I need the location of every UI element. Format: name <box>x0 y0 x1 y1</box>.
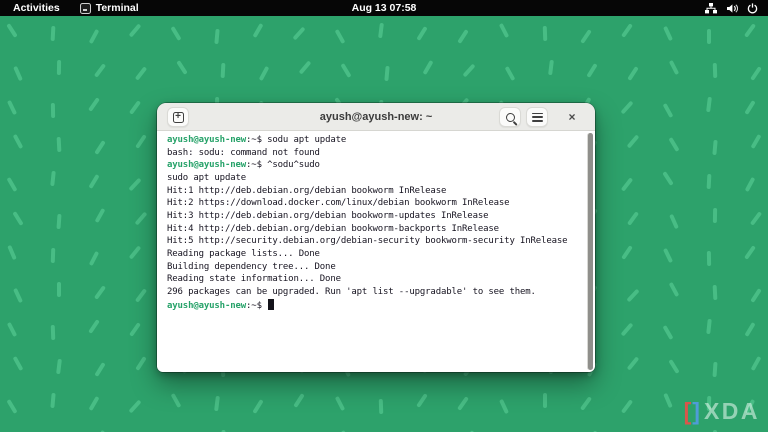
app-menu-button[interactable]: Terminal <box>80 2 139 14</box>
terminal-line: ayush@ayush-new:~$ <box>167 299 581 313</box>
terminal-line: Hit:5 http://security.debian.org/debian-… <box>167 235 581 248</box>
terminal-line: Hit:3 http://deb.debian.org/debian bookw… <box>167 210 581 223</box>
terminal-lines: ayush@ayush-new:~$ sodu apt updatebash: … <box>167 134 581 312</box>
search-icon <box>506 113 515 122</box>
terminal-line: bash: sodu: command not found <box>167 147 581 160</box>
system-tray[interactable] <box>705 0 758 16</box>
gnome-top-bar: Activities Terminal Aug 13 07:58 <box>0 0 768 16</box>
terminal-line: Building dependency tree... Done <box>167 261 581 274</box>
xda-bracket-left: [ <box>684 397 693 425</box>
terminal-titlebar[interactable]: + ayush@ayush-new: ~ × <box>157 103 595 131</box>
xda-bracket-right: ] <box>692 397 701 425</box>
power-icon <box>747 3 758 14</box>
network-workgroup-icon <box>705 3 717 14</box>
terminal-line: sudo apt update <box>167 172 581 185</box>
terminal-line: ayush@ayush-new:~$ ^sodu^sudo <box>167 159 581 172</box>
terminal-app-icon <box>80 3 91 14</box>
scrollbar[interactable] <box>588 133 593 370</box>
terminal-window: + ayush@ayush-new: ~ × ayush@ayush-new:~… <box>157 103 595 372</box>
menu-button[interactable] <box>526 107 548 127</box>
xda-logo-text: XDA <box>704 398 760 425</box>
search-button[interactable] <box>499 107 521 127</box>
terminal-line: Hit:1 http://deb.debian.org/debian bookw… <box>167 185 581 198</box>
desktop: Activities Terminal Aug 13 07:58 <box>0 0 768 432</box>
close-button[interactable]: × <box>563 107 581 127</box>
window-title: ayush@ayush-new: ~ <box>320 111 433 123</box>
menu-icon <box>532 113 543 122</box>
terminal-line: Hit:4 http://deb.debian.org/debian bookw… <box>167 223 581 236</box>
activities-button[interactable]: Activities <box>9 1 64 15</box>
terminal-cursor <box>268 299 274 310</box>
xda-watermark: [ ] XDA <box>684 398 760 425</box>
terminal-line: 296 packages can be upgraded. Run 'apt l… <box>167 286 581 299</box>
app-menu-label: Terminal <box>96 2 139 14</box>
terminal-line: Hit:2 https://download.docker.com/linux/… <box>167 197 581 210</box>
terminal-line: ayush@ayush-new:~$ sodu apt update <box>167 134 581 147</box>
terminal-line: Reading package lists... Done <box>167 248 581 261</box>
clock-button[interactable]: Aug 13 07:58 <box>352 0 417 16</box>
terminal-content[interactable]: ayush@ayush-new:~$ sodu apt updatebash: … <box>157 131 595 372</box>
new-tab-button[interactable]: + <box>167 107 189 127</box>
terminal-line: Reading state information... Done <box>167 273 581 286</box>
volume-icon <box>726 3 738 14</box>
new-tab-icon: + <box>173 112 184 123</box>
